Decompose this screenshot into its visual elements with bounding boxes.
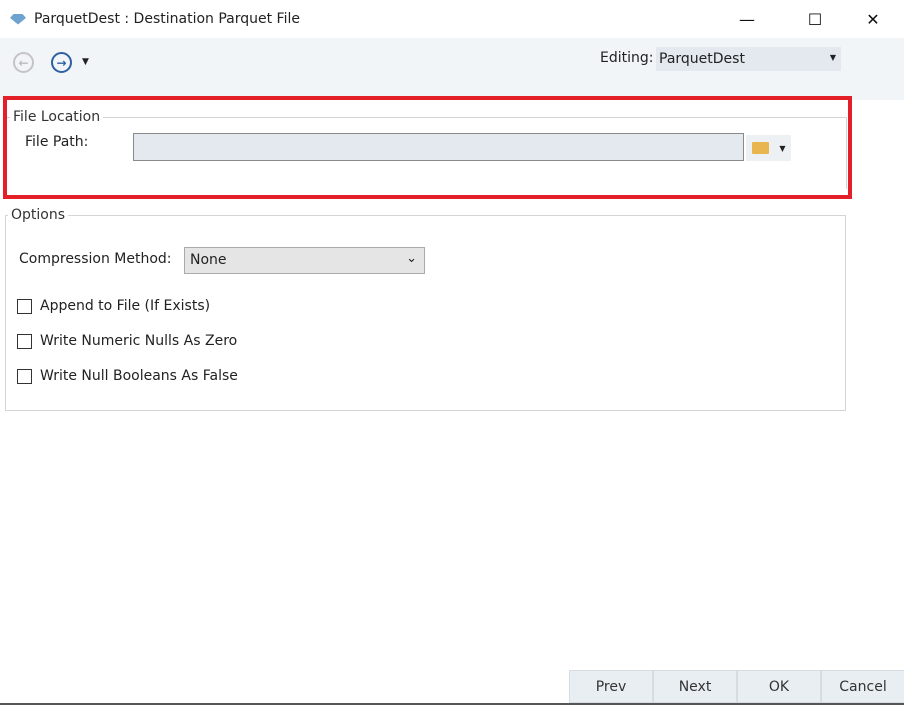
window-title: ParquetDest : Destination Parquet File	[34, 11, 300, 27]
cancel-button[interactable]: Cancel	[821, 670, 904, 703]
options-legend: Options	[8, 207, 69, 223]
checkbox-label: Write Null Booleans As False	[40, 368, 238, 384]
write-numeric-nulls-checkbox[interactable]: Write Numeric Nulls As Zero	[17, 333, 237, 349]
compression-method-select[interactable]: None ⌄	[184, 247, 425, 274]
back-arrow-icon[interactable]: ←	[13, 52, 34, 73]
next-button[interactable]: Next	[653, 670, 737, 703]
app-diamond-icon	[10, 13, 26, 25]
write-null-booleans-checkbox[interactable]: Write Null Booleans As False	[17, 368, 238, 384]
highlight-box	[3, 96, 852, 199]
checkbox-label: Append to File (If Exists)	[40, 298, 211, 314]
checkbox-box[interactable]	[17, 368, 32, 384]
close-button[interactable]: ✕	[850, 0, 896, 38]
minimize-button[interactable]: —	[724, 0, 770, 38]
compression-method-label: Compression Method:	[19, 251, 172, 267]
checkbox-box[interactable]	[17, 333, 32, 349]
forward-arrow-icon[interactable]: →	[51, 52, 72, 73]
compression-method-value: None	[190, 252, 227, 268]
editing-select[interactable]: ParquetDest ▼	[656, 47, 841, 71]
window-title-bar: ParquetDest : Destination Parquet File	[10, 8, 300, 30]
checkbox-label: Write Numeric Nulls As Zero	[40, 333, 238, 349]
chevron-down-icon: ▼	[829, 53, 836, 62]
ok-button[interactable]: OK	[737, 670, 821, 703]
prev-button[interactable]: Prev	[569, 670, 653, 703]
editing-label: Editing:	[600, 50, 654, 66]
checkbox-box[interactable]	[17, 298, 32, 314]
maximize-button[interactable]: ☐	[792, 0, 838, 38]
append-to-file-checkbox[interactable]: Append to File (If Exists)	[17, 298, 210, 314]
editing-value: ParquetDest	[659, 51, 745, 67]
forward-dropdown-icon[interactable]: ▼	[82, 57, 89, 67]
chevron-down-icon: ⌄	[406, 251, 417, 266]
